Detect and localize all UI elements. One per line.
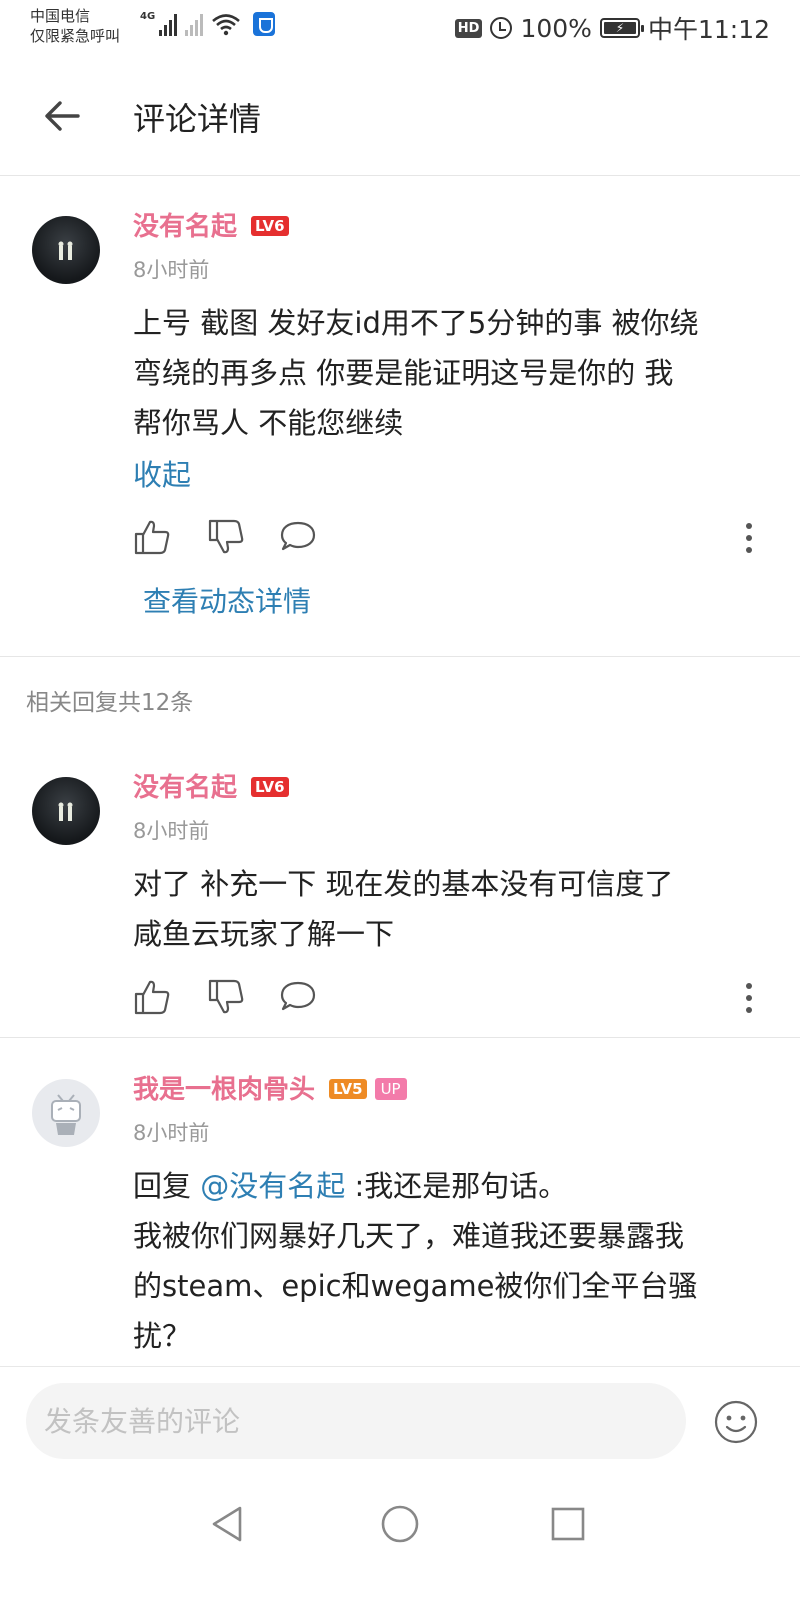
comment-line: 对了 补充一下 现在发的基本没有可信度了 <box>133 867 674 901</box>
avatar-image <box>58 241 73 260</box>
comment-line: 帮你骂人 不能您继续 <box>133 406 404 440</box>
wifi-icon <box>212 14 241 36</box>
emoji-icon[interactable] <box>713 1399 759 1445</box>
username[interactable]: 没有名起 LV6 <box>133 767 289 804</box>
comment-line: 上号 截图 发好友id用不了5分钟的事 被你绕 <box>133 306 699 340</box>
battery-icon: ⚡ <box>599 18 644 38</box>
more-vertical-icon[interactable] <box>745 522 753 554</box>
page-title: 评论详情 <box>133 100 262 138</box>
arrow-left-icon[interactable] <box>40 94 84 138</box>
reply-item: 我是一根肉骨头 LV5 UP 8小时前 回复 @没有名起 :我还是那句话。 我被你们… <box>0 1037 800 1366</box>
reply-prefix: 回复 <box>133 1169 201 1203</box>
app-header: 评论详情 <box>0 56 800 176</box>
comment-text: 对了 补充一下 现在发的基本没有可信度了 咸鱼云玩家了解一下 <box>133 859 763 959</box>
username[interactable]: 我是一根肉骨头 LV5 UP <box>133 1069 407 1106</box>
clock: 中午11:12 <box>647 15 770 44</box>
comment-time: 8小时前 <box>133 819 210 843</box>
comment-text: 回复 @没有名起 :我还是那句话。 我被你们网暴好几天了，难道我还要暴露我 的s… <box>133 1161 763 1361</box>
carrier-info: 中国电信 仅限紧急呼叫 <box>30 6 120 46</box>
comment-line: 的steam、epic和wegame被你们全平台骚 <box>133 1269 698 1303</box>
reply-line: 回复 @没有名起 :我还是那句话。 <box>133 1161 763 1211</box>
comment-text: 上号 截图 发好友id用不了5分钟的事 被你绕 弯绕的再多点 你要是能证明这号是… <box>133 298 763 448</box>
comment-line: 弯绕的再多点 你要是能证明这号是你的 我 <box>133 356 674 390</box>
signal-icon <box>159 12 178 36</box>
comment-input-bar <box>0 1366 800 1474</box>
thumbs-up-icon[interactable] <box>133 518 171 556</box>
triangle-back-icon[interactable] <box>206 1502 250 1546</box>
up-badge: UP <box>374 1078 407 1100</box>
battery-percent: 100% <box>520 13 592 43</box>
comment-actions <box>133 518 753 558</box>
network-type: 4G <box>140 11 156 22</box>
signal-group: 4G <box>140 11 276 36</box>
comment-input[interactable] <box>26 1383 686 1459</box>
alarm-icon <box>490 17 513 39</box>
hd-badge: HD <box>454 18 483 38</box>
tv-mascot-icon <box>51 1094 81 1135</box>
system-nav-bar <box>0 1474 800 1600</box>
username-text[interactable]: 没有名起 <box>133 773 237 803</box>
status-right: HD 100% ⚡ 中午11:12 <box>454 10 770 46</box>
main-comment: 没有名起 LV6 8小时前 上号 截图 发好友id用不了5分钟的事 被你绕 弯绕的… <box>0 176 800 656</box>
shield-icon <box>253 12 276 36</box>
reply-item: 没有名起 LV6 8小时前 对了 补充一下 现在发的基本没有可信度了 咸鱼云玩家了… <box>0 737 800 1037</box>
more-vertical-icon[interactable] <box>745 982 753 1014</box>
speech-bubble-icon[interactable] <box>279 518 317 556</box>
signal-secondary-icon <box>185 12 204 36</box>
username-text[interactable]: 没有名起 <box>133 212 237 242</box>
square-recent-icon[interactable] <box>546 1502 590 1546</box>
reply-text: :我还是那句话。 <box>345 1169 568 1203</box>
comment-time: 8小时前 <box>133 258 210 282</box>
carrier-status: 仅限紧急呼叫 <box>30 27 121 45</box>
avatar-image <box>58 802 73 821</box>
speech-bubble-icon[interactable] <box>279 978 317 1016</box>
view-dynamic-link[interactable]: 查看动态详情 <box>143 580 311 620</box>
thumbs-up-icon[interactable] <box>133 978 171 1016</box>
username[interactable]: 没有名起 LV6 <box>133 206 289 243</box>
level-badge: LV6 <box>251 777 289 797</box>
thumbs-down-icon[interactable] <box>207 978 245 1016</box>
level-badge: LV5 <box>329 1079 367 1099</box>
related-reply-count: 相关回复共12条 <box>26 690 194 716</box>
comment-line: 我被你们网暴好几天了，难道我还要暴露我 <box>133 1219 685 1253</box>
comment-time: 8小时前 <box>133 1121 210 1145</box>
level-badge: LV6 <box>251 216 289 236</box>
username-text[interactable]: 我是一根肉骨头 <box>133 1075 315 1105</box>
comment-line: 扰？ <box>133 1319 192 1353</box>
divider <box>0 656 800 657</box>
comment-line: 咸鱼云玩家了解一下 <box>133 917 395 951</box>
avatar[interactable] <box>32 777 100 845</box>
thumbs-down-icon[interactable] <box>207 518 245 556</box>
collapse-link[interactable]: 收起 <box>133 452 191 494</box>
comment-actions <box>133 978 753 1018</box>
carrier-name: 中国电信 <box>30 7 91 25</box>
avatar[interactable] <box>32 216 100 284</box>
status-bar: 中国电信 仅限紧急呼叫 4G HD 100% ⚡ 中午11:12 <box>0 0 800 56</box>
mention-link[interactable]: @没有名起 <box>200 1169 345 1203</box>
circle-home-icon[interactable] <box>378 1502 422 1546</box>
avatar[interactable] <box>32 1079 100 1147</box>
